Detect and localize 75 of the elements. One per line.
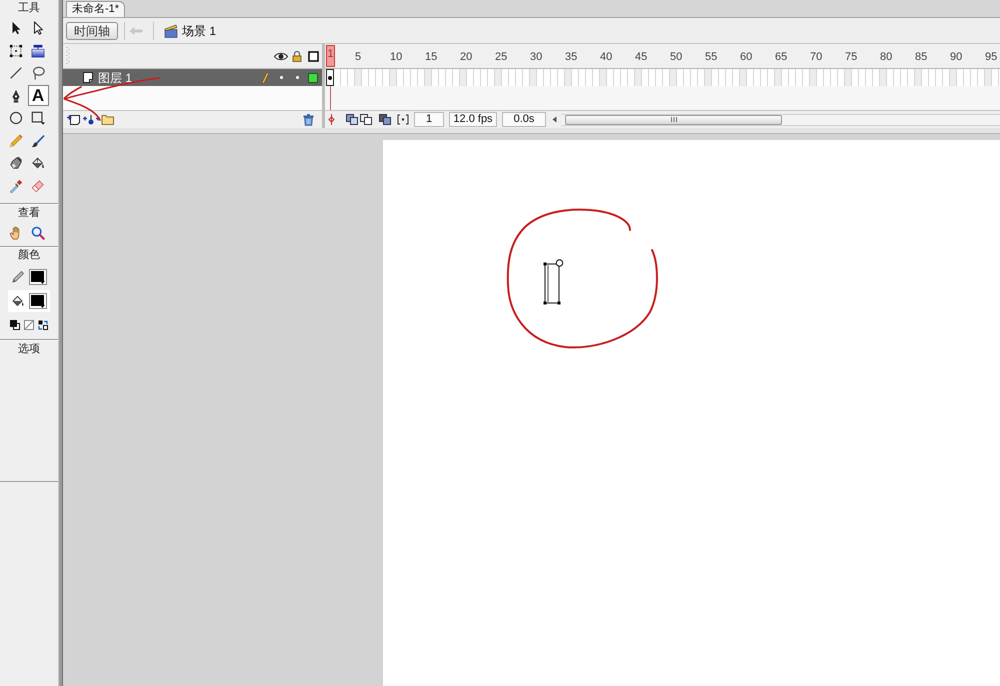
trash-icon[interactable] — [303, 114, 314, 126]
document-tab[interactable]: 未命名-1* — [66, 1, 126, 17]
section-title: 颜色 — [18, 250, 40, 261]
section-title: 选项 — [18, 344, 40, 355]
insert-layer-icon[interactable] — [67, 114, 80, 125]
frame-number: 55 — [705, 51, 718, 63]
frame-number: 70 — [810, 51, 822, 63]
no-color-icon[interactable] — [24, 320, 34, 330]
frame-number: 35 — [565, 51, 578, 63]
square-icon — [31, 111, 45, 126]
frame-number: 80 — [880, 51, 892, 63]
lasso-icon — [31, 66, 45, 80]
transform-box-icon — [9, 44, 23, 58]
frame-number: 25 — [495, 51, 508, 63]
swap-colors-icon[interactable] — [38, 320, 48, 330]
outline-square-icon — [308, 50, 318, 62]
eyedropper-icon — [9, 178, 23, 193]
frame-number: 15 — [425, 51, 438, 63]
frame-number: 85 — [915, 51, 928, 63]
clapperboard-icon — [164, 24, 178, 38]
layer-name: 图层 1 — [98, 72, 132, 84]
insert-folder-icon[interactable] — [96, 114, 114, 125]
frame-number: 5 — [355, 51, 362, 63]
onion-outline-icon[interactable] — [360, 114, 372, 125]
paint-bucket-icon — [12, 294, 24, 306]
frame-number: 60 — [740, 51, 752, 63]
grip-lines-icon — [670, 117, 676, 122]
frame-number: 30 — [530, 51, 542, 63]
frame-number: 50 — [670, 51, 682, 63]
scrollbar-track[interactable] — [562, 114, 1000, 126]
eye-icon — [274, 52, 288, 60]
layer-row[interactable]: 图层 1 — [63, 69, 322, 86]
lock-icon — [292, 50, 302, 62]
current-frame-field[interactable]: 1 — [414, 112, 444, 127]
text-tool[interactable]: A — [28, 85, 48, 106]
onion-skin-icon[interactable] — [346, 114, 358, 125]
layer-icon — [83, 72, 93, 83]
elapsed-time-field[interactable]: 0.0s — [502, 112, 546, 127]
frame-number: 95 — [985, 51, 998, 63]
motion-guide-icon[interactable] — [83, 114, 94, 125]
circle-icon — [9, 111, 23, 126]
edit-frames-icon[interactable] — [379, 114, 391, 125]
eraser-icon — [31, 178, 45, 193]
gradient-box-icon — [31, 44, 45, 58]
pencil-icon — [12, 270, 24, 282]
line-icon — [9, 66, 23, 80]
frame-number: 65 — [775, 51, 788, 63]
default-colors-icon[interactable] — [10, 320, 20, 330]
timeline-button[interactable]: 时间轴 — [66, 22, 118, 40]
scrollbar-thumb[interactable] — [565, 114, 782, 124]
fill-color-control[interactable] — [8, 290, 50, 312]
frame-number: 75 — [845, 51, 858, 63]
section-title: 查看 — [18, 208, 40, 218]
keyframe-icon[interactable] — [326, 69, 334, 86]
frame-number: 90 — [950, 51, 962, 63]
ink-bottle-icon — [9, 156, 23, 170]
layer-color-icon[interactable] — [308, 72, 318, 82]
text-field[interactable] — [541, 259, 564, 307]
scroll-left-icon[interactable] — [552, 116, 557, 123]
frame-number: 20 — [460, 51, 472, 63]
search-icon — [31, 226, 45, 240]
onion-markers-icon[interactable] — [397, 114, 409, 125]
scene-link[interactable]: 场景 1 — [182, 24, 216, 36]
pencil-icon — [9, 134, 23, 148]
brush-icon — [31, 134, 45, 148]
frame-number: 40 — [600, 51, 612, 63]
hollow-arrow-icon — [31, 21, 45, 36]
pencil-icon — [262, 72, 268, 84]
center-frame-icon[interactable] — [327, 114, 336, 125]
frame-number: 10 — [390, 51, 402, 63]
frame-number: 45 — [635, 51, 648, 63]
paint-bucket-icon — [31, 156, 45, 170]
section-title: 工具 — [18, 3, 40, 14]
frame-rate-field[interactable]: 12.0 fps — [449, 112, 497, 127]
playhead-line — [330, 86, 331, 110]
